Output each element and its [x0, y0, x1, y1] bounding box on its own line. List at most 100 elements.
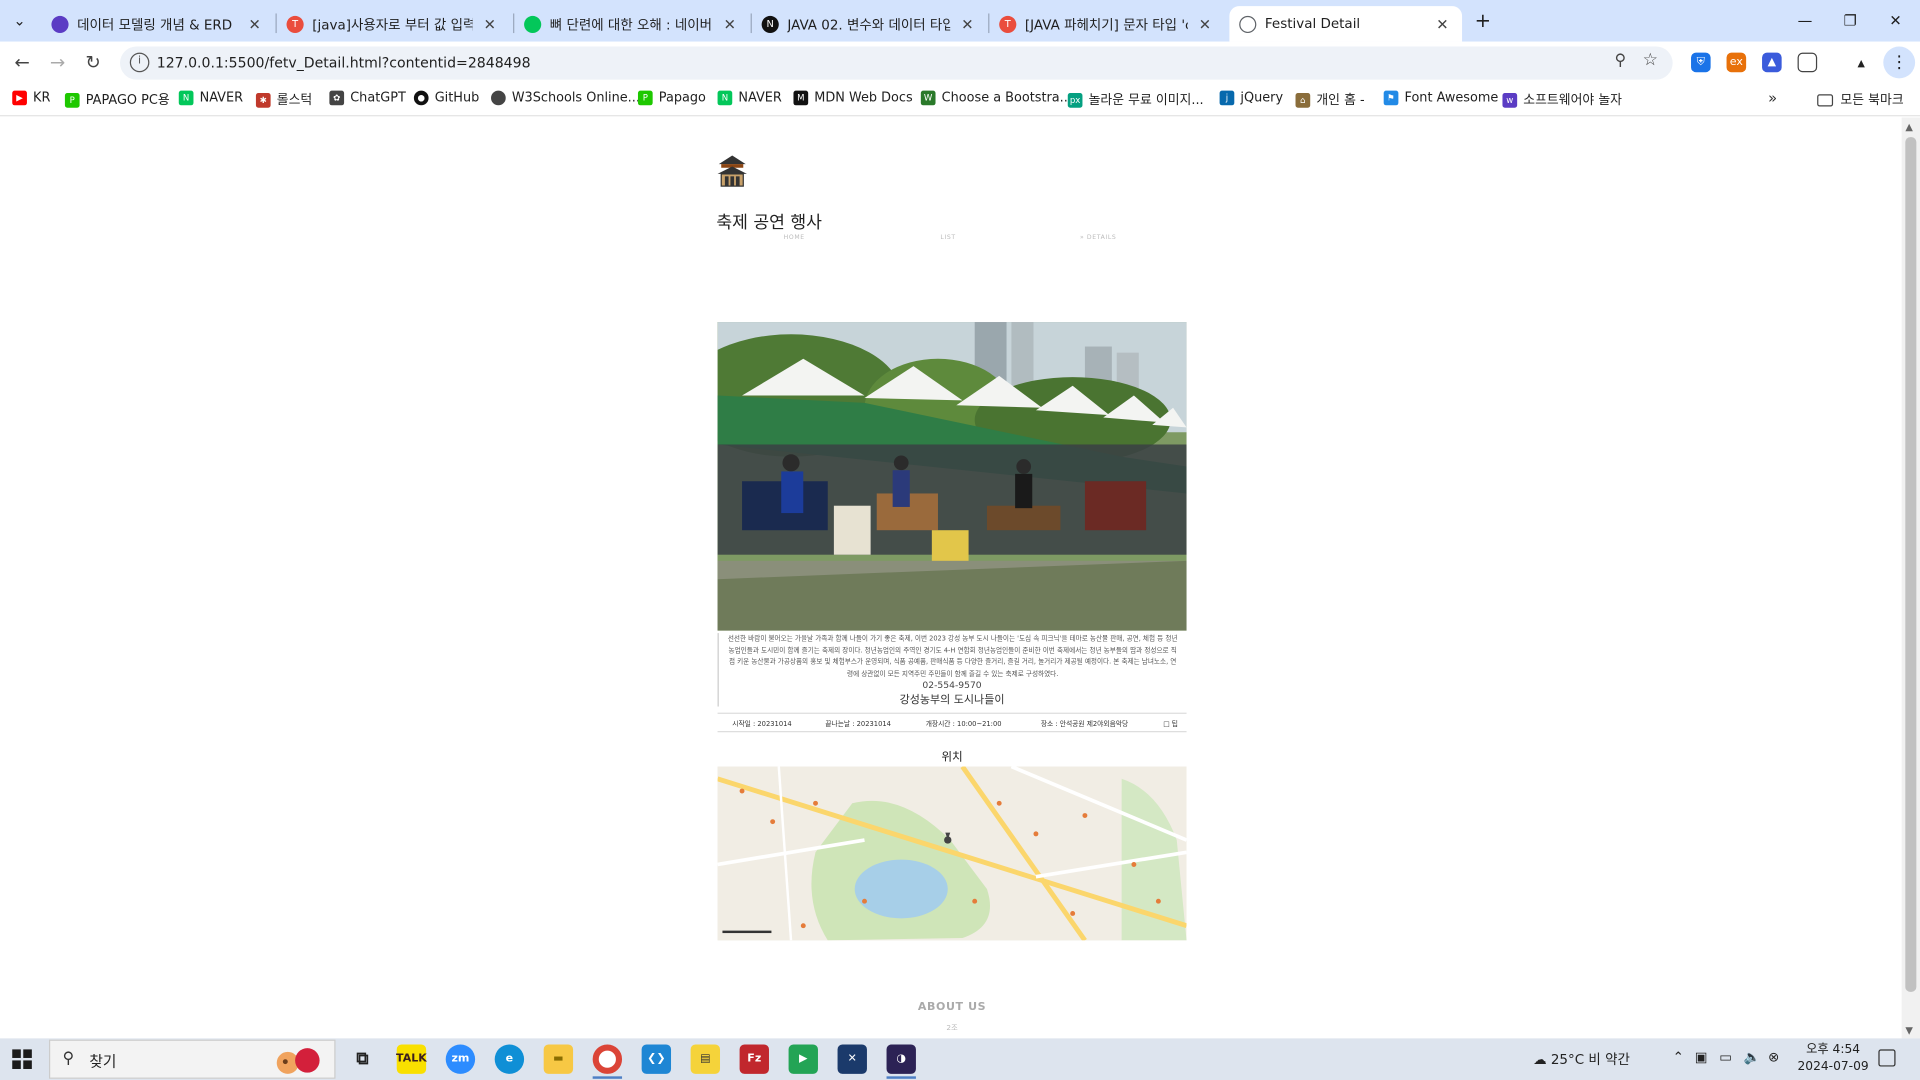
- eclipse-icon[interactable]: ◑: [886, 1044, 916, 1074]
- weather-text: 25°C 비 약간: [1550, 1051, 1630, 1068]
- filezilla-icon[interactable]: Fz: [739, 1044, 769, 1074]
- github-icon: ●: [413, 90, 429, 106]
- new-tab-button[interactable]: +: [1469, 7, 1496, 34]
- pixabay-icon: px: [1067, 92, 1083, 108]
- vscode-icon[interactable]: ❮❯: [641, 1044, 672, 1074]
- globe-icon: [491, 90, 506, 106]
- zoom-icon[interactable]: zm: [445, 1044, 476, 1074]
- tab-search-button[interactable]: ⌄: [5, 6, 34, 35]
- extension-ex-icon[interactable]: ex: [1726, 52, 1747, 73]
- opening-hours: 개장시간 : 10:00~21:00: [925, 721, 1002, 729]
- windows-start-icon[interactable]: [12, 1049, 32, 1069]
- bookmark-item[interactable]: ✱ 롤스턱: [255, 91, 312, 109]
- end-date: 끝나는날 : 20231014: [825, 721, 891, 729]
- bookmark-item[interactable]: P Papago: [637, 90, 706, 106]
- address-bar[interactable]: i 127.0.0.1:5500/fetv_Detail.html?conten…: [120, 46, 1673, 80]
- bookmark-label: ChatGPT: [350, 90, 406, 106]
- browser-toolbar: ← → ↻ i 127.0.0.1:5500/fetv_Detail.html?…: [0, 41, 1920, 85]
- bookmark-item[interactable]: P PAPAGO PC용: [64, 91, 170, 109]
- forward-arrow-icon[interactable]: →: [43, 48, 72, 77]
- close-icon[interactable]: ✕: [958, 15, 978, 32]
- profile-avatar-icon[interactable]: ▴: [1851, 52, 1872, 73]
- tab-label: [java]사용자로 부터 값 입력받: [312, 16, 473, 33]
- browser-tab[interactable]: T [JAVA 파헤치기] 문자 타입 'cha ✕: [989, 6, 1224, 42]
- back-arrow-icon[interactable]: ←: [7, 48, 36, 77]
- bookmark-item[interactable]: N NAVER: [717, 90, 782, 106]
- weather-widget[interactable]: ☁ 25°C 비 약간: [1533, 1049, 1630, 1069]
- tab-label: Festival Detail: [1264, 15, 1361, 32]
- close-icon[interactable]: ✕: [1433, 15, 1453, 32]
- tab-label: JAVA 02. 변수와 데이터 타입: [787, 16, 951, 33]
- sticky-notes-icon[interactable]: ▤: [690, 1044, 721, 1074]
- browser-tab[interactable]: 데이터 모델링 개념 & ERD ✕: [42, 6, 275, 42]
- clock[interactable]: 오후 4:54 2024-07-09: [1790, 1042, 1876, 1076]
- scroll-thumb[interactable]: [1905, 137, 1917, 992]
- scroll-down-icon[interactable]: ▼: [1905, 1025, 1913, 1036]
- bookmarks-bar: ▶ KR P PAPAGO PC용 N NAVER ✱ 롤스턱 ✿ ChatGPT ● Gi…: [0, 84, 1920, 117]
- bookmark-item[interactable]: W Choose a Bootstra...: [920, 90, 1072, 106]
- extra-info: □ 팁: [1163, 721, 1178, 729]
- camera-icon[interactable]: ▣: [1695, 1049, 1708, 1065]
- restore-icon[interactable]: ❐: [1828, 6, 1872, 35]
- event-name: 강성농부의 도시나들이: [899, 694, 1005, 707]
- browser-tab[interactable]: T [java]사용자로 부터 값 입력받 ✕: [277, 6, 510, 42]
- bookmark-item[interactable]: ⚑ Font Awesome: [1383, 90, 1498, 106]
- file-explorer-icon[interactable]: ▬: [543, 1044, 574, 1074]
- location-map[interactable]: [717, 766, 1187, 941]
- bookmark-item[interactable]: ⌂ 개인 홈 -: [1295, 91, 1365, 109]
- bookmark-item[interactable]: px 놀라운 무료 이미지...: [1067, 91, 1204, 109]
- all-bookmarks-folder[interactable]: 모든 북마크: [1817, 91, 1904, 109]
- close-icon[interactable]: ✕: [1195, 15, 1215, 32]
- puzzle-extensions-icon[interactable]: [1797, 52, 1818, 73]
- browser-tab-strip: ⌄ 데이터 모델링 개념 & ERD ✕ T [java]사용자로 부터 값 입…: [0, 0, 1920, 42]
- bookmark-item[interactable]: M MDN Web Docs: [793, 90, 913, 106]
- bookmark-item[interactable]: W3Schools Online...: [491, 90, 640, 106]
- url-text[interactable]: 127.0.0.1:5500/fetv_Detail.html?contenti…: [157, 54, 531, 71]
- eclipse-active-indicator: [886, 1076, 916, 1079]
- bookmark-star-icon[interactable]: ☆: [1643, 50, 1658, 70]
- task-view-icon[interactable]: ⧉: [348, 1044, 377, 1073]
- bookmark-item[interactable]: ▶ KR: [12, 90, 50, 106]
- breadcrumb-list[interactable]: LIST: [940, 234, 955, 241]
- breadcrumb-home[interactable]: HOME: [784, 234, 805, 241]
- graduation-cap-extension-icon[interactable]: ▲: [1762, 52, 1782, 73]
- tray-chevron-icon[interactable]: ⌃: [1673, 1049, 1684, 1065]
- mdn-icon: M: [793, 90, 809, 106]
- close-icon[interactable]: ✕: [245, 15, 265, 32]
- close-icon[interactable]: ✕: [720, 15, 740, 32]
- edge-icon[interactable]: e: [494, 1044, 525, 1074]
- media-player-icon[interactable]: ▶: [788, 1044, 818, 1074]
- jquery-icon: j: [1219, 90, 1235, 106]
- network-icon[interactable]: ▭: [1719, 1049, 1732, 1065]
- minimize-icon[interactable]: —: [1783, 6, 1827, 35]
- chrome-icon[interactable]: [592, 1044, 623, 1074]
- bookmark-item[interactable]: ● GitHub: [413, 90, 479, 106]
- breadcrumb-details[interactable]: » DETAILS: [1080, 234, 1116, 241]
- scroll-up-icon[interactable]: ▲: [1905, 121, 1913, 132]
- search-icon: ⚲: [62, 1049, 75, 1068]
- shield-extension-icon[interactable]: ⛨: [1691, 52, 1711, 73]
- network-tool-icon[interactable]: ✕: [837, 1044, 867, 1074]
- browser-tab-active[interactable]: Festival Detail ✕: [1229, 6, 1463, 42]
- bookmark-item[interactable]: ✿ ChatGPT: [329, 90, 406, 106]
- bookmark-label: 소프트웨어야 놀자: [1523, 93, 1623, 108]
- more-menu-icon[interactable]: ⋮: [1883, 46, 1916, 79]
- status-icon[interactable]: ⊗: [1768, 1049, 1779, 1065]
- volume-icon[interactable]: 🔈: [1744, 1049, 1761, 1065]
- browser-tab[interactable]: 뼈 단련에 대한 오해 : 네이버 ✕: [514, 6, 749, 42]
- reload-icon[interactable]: ↻: [78, 48, 107, 77]
- more-bookmarks-chevron-icon[interactable]: »: [1768, 89, 1777, 106]
- site-info-icon[interactable]: i: [129, 52, 150, 73]
- naver-icon: N: [717, 90, 733, 106]
- notification-icon[interactable]: [1878, 1049, 1896, 1067]
- zoom-icon[interactable]: ⚲: [1614, 51, 1626, 69]
- browser-tab[interactable]: N JAVA 02. 변수와 데이터 타입 ✕: [752, 6, 987, 42]
- page-scrollbar[interactable]: ▲ ▼: [1901, 117, 1920, 1039]
- bookmark-item[interactable]: j jQuery: [1219, 90, 1283, 106]
- bookmark-item[interactable]: w 소프트웨어야 놀자: [1502, 91, 1622, 109]
- close-icon[interactable]: ✕: [480, 15, 500, 32]
- close-window-icon[interactable]: ✕: [1873, 6, 1917, 35]
- bookmark-item[interactable]: N NAVER: [178, 90, 243, 106]
- kakaotalk-icon[interactable]: TALK: [396, 1044, 427, 1074]
- taskbar-search[interactable]: ⚲ 찾기: [48, 1039, 336, 1079]
